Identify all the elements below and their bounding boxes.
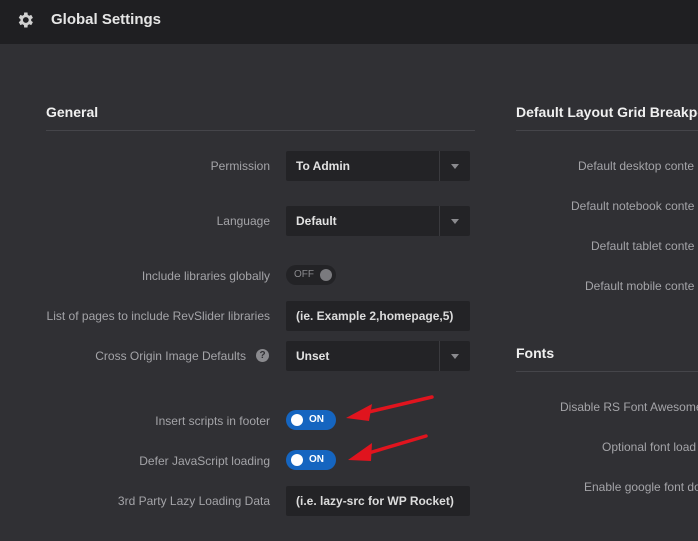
grid-desktop-label: Default desktop conte (578, 159, 695, 173)
fonts-google-label: Enable google font do (584, 480, 698, 494)
section-title-grid: Default Layout Grid Breakpo (516, 104, 698, 120)
grid-notebook-label: Default notebook conte (571, 199, 695, 213)
header-bar: Global Settings (0, 0, 698, 44)
chevron-down-icon (451, 219, 459, 224)
arrow-insert-scripts (346, 395, 434, 421)
toggle-knob (291, 454, 303, 466)
chevron-down-icon (451, 354, 459, 359)
toggle-state: ON (309, 414, 324, 425)
fonts-optional-label: Optional font load (602, 440, 697, 454)
lazy-loading-placeholder: (i.e. lazy-src for WP Rocket) (296, 494, 454, 508)
cross-origin-select[interactable]: Unset (286, 341, 470, 371)
arrow-defer-js (348, 434, 428, 461)
permission-select[interactable]: To Admin (286, 151, 470, 181)
insert-scripts-toggle[interactable]: ON (286, 410, 336, 430)
pages-list-input[interactable]: (ie. Example 2,homepage,5) (286, 301, 470, 331)
lazy-loading-input[interactable]: (i.e. lazy-src for WP Rocket) (286, 486, 470, 516)
language-label: Language (216, 214, 270, 228)
section-title-general: General (46, 104, 99, 120)
lazy-loading-label: 3rd Party Lazy Loading Data (117, 494, 270, 508)
help-icon[interactable]: ? (256, 349, 269, 362)
defer-js-label: Defer JavaScript loading (139, 454, 270, 468)
insert-scripts-label: Insert scripts in footer (155, 414, 270, 428)
pages-list-label: List of pages to include RevSlider libra… (46, 309, 270, 323)
language-value: Default (296, 214, 337, 228)
section-title-fonts: Fonts (516, 345, 555, 361)
fonts-divider (516, 371, 698, 372)
include-libraries-toggle[interactable]: OFF (286, 265, 336, 285)
permission-value: To Admin (296, 159, 350, 173)
cross-origin-value: Unset (296, 349, 330, 363)
language-select[interactable]: Default (286, 206, 470, 236)
permission-label: Permission (210, 159, 270, 173)
grid-divider (516, 130, 698, 131)
pages-list-placeholder: (ie. Example 2,homepage,5) (296, 309, 454, 323)
page-title: Global Settings (51, 11, 162, 28)
toggle-state: ON (309, 454, 324, 465)
toggle-state: OFF (294, 269, 314, 280)
fonts-awesome-label: Disable RS Font Awesome (560, 400, 698, 414)
grid-tablet-label: Default tablet conte (591, 239, 695, 253)
gear-icon (18, 12, 33, 28)
general-divider (46, 130, 475, 131)
grid-mobile-label: Default mobile conte (585, 279, 695, 293)
include-libraries-label: Include libraries globally (141, 269, 270, 283)
defer-js-toggle[interactable]: ON (286, 450, 336, 470)
toggle-knob (291, 414, 303, 426)
cross-origin-label: Cross Origin Image Defaults (95, 349, 246, 363)
toggle-knob (320, 269, 332, 281)
chevron-down-icon (451, 164, 459, 169)
